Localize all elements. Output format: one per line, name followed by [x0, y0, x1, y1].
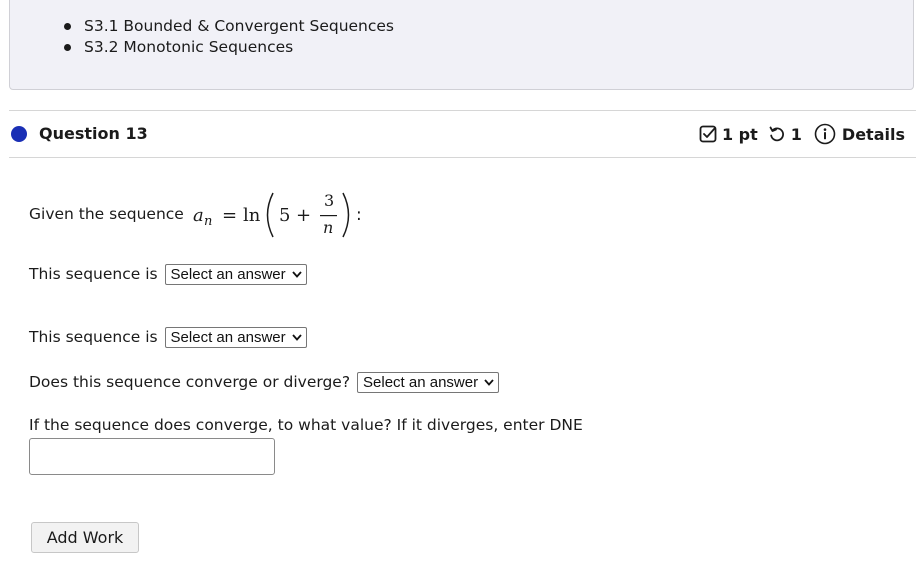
- formula-right-paren: [342, 192, 350, 238]
- chevron-down-icon: [484, 379, 494, 386]
- resource-item[interactable]: S3.1 Bounded & Convergent Sequences: [62, 16, 394, 37]
- question-title: Question 13: [39, 124, 148, 143]
- stem-text: Given the sequence: [29, 205, 184, 223]
- bullet-icon: [64, 23, 71, 30]
- divider: [9, 157, 916, 158]
- resource-item[interactable]: S3.2 Monotonic Sequences: [62, 37, 394, 58]
- part-3-label: Does this sequence converge or diverge?: [29, 373, 351, 391]
- checkbox-icon: [699, 125, 717, 143]
- part-2-label: This sequence is: [29, 328, 158, 346]
- answer-select-2[interactable]: Select an answer: [164, 327, 307, 348]
- select-value: Select an answer: [170, 266, 286, 283]
- formula-five: 5: [279, 205, 290, 226]
- chevron-down-icon: [291, 334, 302, 341]
- answer-select-1[interactable]: Select an answer: [164, 264, 307, 285]
- add-work-button[interactable]: Add Work: [31, 522, 139, 553]
- part-4-label: If the sequence does converge, to what v…: [29, 416, 583, 434]
- question-meta: 1 pt 1 Details: [699, 123, 905, 145]
- attempts-count: 1: [790, 124, 802, 144]
- part-1: This sequence is Select an answer: [29, 264, 307, 285]
- part-1-label: This sequence is: [29, 265, 158, 283]
- points-label: 1 pt: [721, 124, 758, 144]
- select-value: Select an answer: [170, 329, 286, 346]
- resource-item-label: S3.2 Monotonic Sequences: [84, 38, 294, 56]
- details-label: Details: [841, 124, 905, 144]
- answer-select-3[interactable]: Select an answer: [357, 372, 500, 393]
- bullet-icon: [64, 44, 71, 51]
- formula-fraction-bar: [320, 215, 337, 217]
- details-link[interactable]: Details: [814, 123, 905, 145]
- formula-a: a: [193, 205, 204, 226]
- formula-plus: +: [296, 205, 311, 226]
- formula-colon: :: [356, 205, 362, 225]
- formula-numerator: 3: [324, 191, 334, 210]
- formula-subscript: n: [204, 214, 212, 229]
- question-header: Question 13 1 pt 1 Details: [0, 111, 923, 157]
- answer-input[interactable]: [29, 438, 275, 475]
- formula-left-paren: [266, 192, 274, 238]
- formula-ln: ln: [243, 205, 261, 226]
- part-3: Does this sequence converge or diverge? …: [29, 372, 500, 393]
- formula-equals: =: [222, 205, 237, 226]
- resource-item-label: S3.1 Bounded & Convergent Sequences: [84, 17, 395, 35]
- chevron-down-icon: [291, 271, 302, 278]
- select-value: Select an answer: [363, 374, 479, 391]
- retry-icon: [769, 126, 784, 142]
- resources-panel: S3.1 Bounded & Convergent Sequences S3.2…: [9, 0, 914, 90]
- part-2: This sequence is Select an answer: [29, 327, 307, 348]
- formula-denominator: n: [323, 218, 333, 237]
- sequence-formula: a n = ln 5 + 3 n :: [193, 191, 362, 238]
- status-dot-icon: [11, 126, 27, 142]
- resources-list: S3.1 Bounded & Convergent Sequences S3.2…: [62, 16, 394, 58]
- points-info: 1 pt: [699, 125, 758, 144]
- attempts-info: 1: [768, 125, 802, 144]
- info-icon: [814, 123, 836, 145]
